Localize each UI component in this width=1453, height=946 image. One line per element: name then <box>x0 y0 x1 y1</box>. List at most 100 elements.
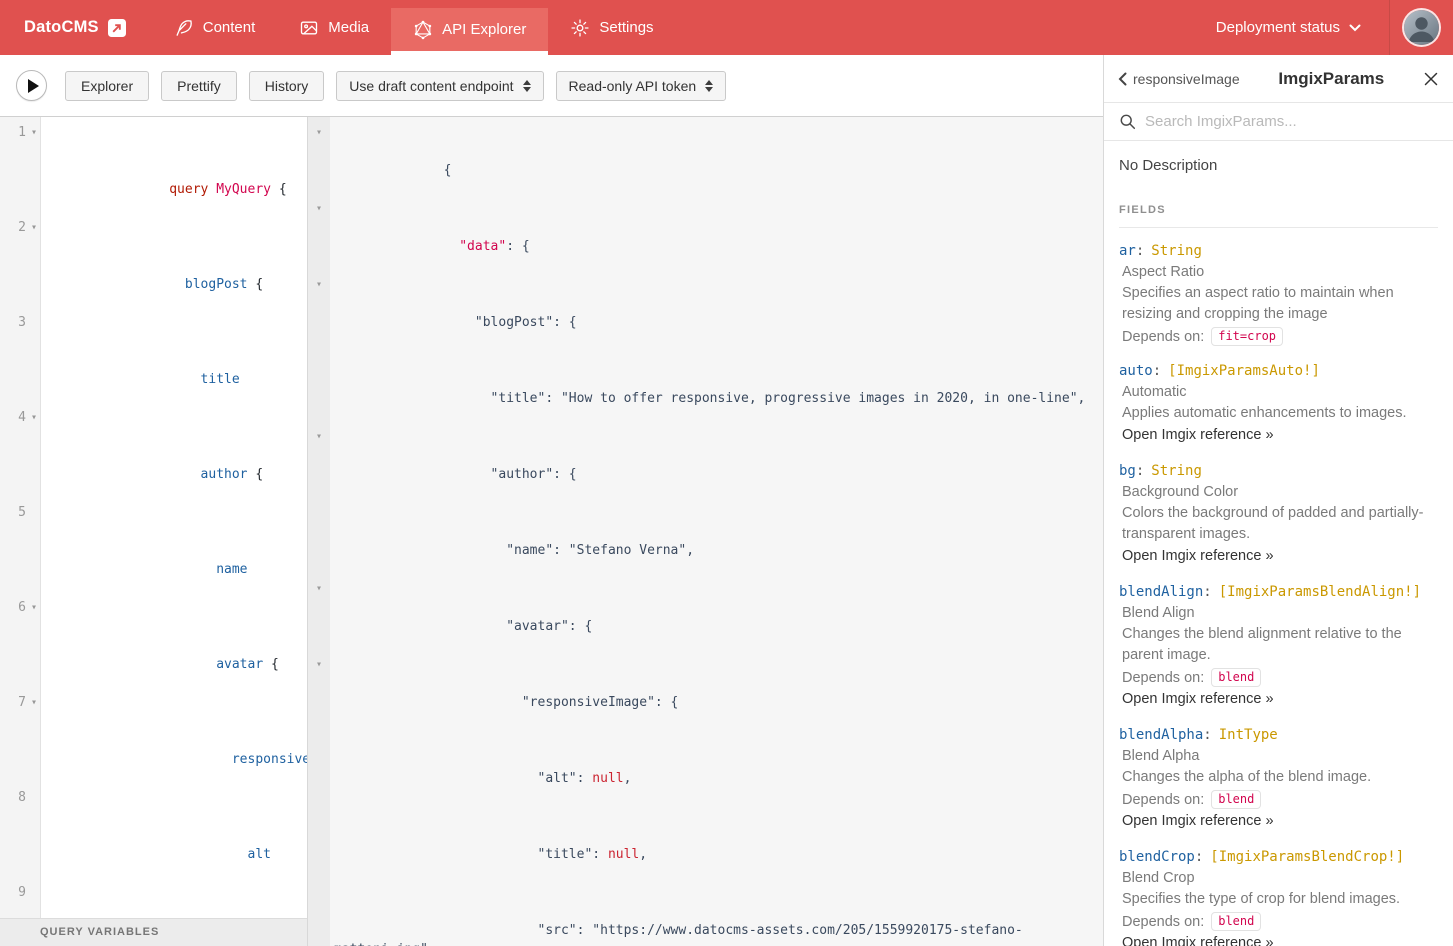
avatar[interactable] <box>1404 10 1439 45</box>
response-line: ▾ "author": { <box>308 427 1103 503</box>
field-depends-row: Depends on: fit=crop <box>1119 327 1438 346</box>
field-title: Blend Crop <box>1119 868 1438 889</box>
graphql-icon <box>413 20 433 40</box>
query-line-code: alt <box>169 847 271 862</box>
nav-tab-settings[interactable]: Settings <box>548 0 675 55</box>
fields-list: ar:String Aspect Ratio Specifies an aspe… <box>1119 243 1438 946</box>
imgix-reference-link[interactable]: Open Imgix reference » <box>1119 689 1438 710</box>
fold-arrow-icon[interactable]: ▾ <box>311 427 327 446</box>
docs-search-row <box>1104 103 1453 141</box>
response-line: ▾ { <box>308 123 1103 199</box>
depends-pill: blend <box>1211 790 1261 809</box>
nav-tab-api-explorer[interactable]: API Explorer <box>391 8 548 55</box>
field-signature: blendCrop:[ImgixParamsBlendCrop!] <box>1119 849 1438 865</box>
imgix-reference-link[interactable]: Open Imgix reference » <box>1119 425 1438 446</box>
depends-on-label: Depends on: <box>1122 329 1204 345</box>
prettify-button[interactable]: Prettify <box>161 71 237 101</box>
query-line-code: author { <box>169 467 263 482</box>
play-icon <box>28 79 39 93</box>
query-line: 2 ▾ blogPost { <box>0 218 307 313</box>
field-description: Changes the blend alignment relative to … <box>1119 624 1438 666</box>
fold-arrow-icon[interactable]: ▾ <box>28 598 40 617</box>
fold-arrow-icon[interactable]: ▾ <box>311 275 327 294</box>
field-type-link[interactable]: [ImgixParamsAuto!] <box>1168 363 1320 379</box>
search-icon <box>1119 113 1136 130</box>
query-editor[interactable]: 1 ▾ query MyQuery { 2 ▾ blogPost { 3 <box>0 117 307 918</box>
fold-arrow-icon[interactable]: ▾ <box>311 123 327 142</box>
history-button[interactable]: History <box>249 71 325 101</box>
response-line: "title": null, <box>308 807 1103 883</box>
nav-tab-label: Settings <box>599 19 653 36</box>
query-line-code: title <box>169 372 239 387</box>
query-variables-bar[interactable]: QUERY VARIABLES <box>0 918 307 946</box>
query-line: 5 name <box>0 503 307 598</box>
response-line: ▾ "avatar": { <box>308 579 1103 655</box>
fold-arrow-icon[interactable]: ▾ <box>28 693 40 712</box>
imgix-reference-link[interactable]: Open Imgix reference » <box>1119 933 1438 946</box>
line-number: 4 <box>0 408 26 427</box>
nav-tabs: Content Media API Explorer Settings <box>152 0 676 55</box>
line-number: 7 <box>0 693 26 712</box>
api-token-select[interactable]: Read-only API token <box>556 71 727 101</box>
depends-on-label: Depends on: <box>1122 670 1204 686</box>
query-line: 8 alt <box>0 788 307 883</box>
nav-tab-label: API Explorer <box>442 21 526 38</box>
depends-pill: blend <box>1211 912 1261 931</box>
field-depends-row: Depends on: blend <box>1119 790 1438 809</box>
response-line: "alt": null, <box>308 731 1103 807</box>
field-depends-row: Depends on: blend <box>1119 912 1438 931</box>
brand-logo[interactable]: DatoCMS <box>0 0 152 55</box>
response-line-code: "data": { <box>444 239 530 254</box>
field-type-link[interactable]: [ImgixParamsBlendAlign!] <box>1219 584 1421 600</box>
field-description: Specifies the type of crop for blend ima… <box>1119 889 1438 910</box>
fold-arrow-icon[interactable]: ▾ <box>28 218 40 237</box>
field-name: ar <box>1119 243 1136 259</box>
endpoint-select[interactable]: Use draft content endpoint <box>336 71 543 101</box>
field-type-link[interactable]: String <box>1151 243 1202 259</box>
navbar-right: Deployment status <box>1188 0 1453 55</box>
response-line-code: "avatar": { <box>444 619 593 634</box>
field-type-link[interactable]: IntType <box>1219 727 1278 743</box>
fold-arrow-icon[interactable]: ▾ <box>311 199 327 218</box>
nav-tab-label: Media <box>328 19 369 36</box>
gear-icon <box>570 18 590 38</box>
nav-tab-label: Content <box>203 19 256 36</box>
field-name: blendCrop <box>1119 849 1195 865</box>
response-line: "title": "How to offer responsive, progr… <box>308 351 1103 427</box>
nav-tab-media[interactable]: Media <box>277 0 391 55</box>
updown-arrows-icon <box>705 80 713 92</box>
fold-arrow-icon[interactable]: ▾ <box>28 123 40 142</box>
fields-section-header: FIELDS <box>1119 204 1438 216</box>
response-line-code: "author": { <box>444 467 577 482</box>
execute-query-button[interactable] <box>16 70 47 101</box>
image-icon <box>299 18 319 38</box>
docs-search-input[interactable] <box>1145 113 1438 130</box>
response-line: ▾ "data": { <box>308 199 1103 275</box>
field-description: Changes the alpha of the blend image. <box>1119 767 1438 788</box>
field-item: blendAlign:[ImgixParamsBlendAlign!] Blen… <box>1119 584 1438 710</box>
response-line: ▾ "blogPost": { <box>308 275 1103 351</box>
close-icon[interactable] <box>1423 71 1439 87</box>
query-line-code: query MyQuery { <box>169 182 286 197</box>
field-title: Aspect Ratio <box>1119 262 1438 283</box>
line-number: 8 <box>0 788 26 807</box>
editor-panes: 1 ▾ query MyQuery { 2 ▾ blogPost { 3 <box>0 117 1103 946</box>
response-line-code: "title": "How to offer responsive, progr… <box>444 391 1086 406</box>
field-type-link[interactable]: String <box>1151 463 1202 479</box>
deployment-status-button[interactable]: Deployment status <box>1188 0 1389 55</box>
imgix-reference-link[interactable]: Open Imgix reference » <box>1119 811 1438 832</box>
field-item: blendCrop:[ImgixParamsBlendCrop!] Blend … <box>1119 849 1438 946</box>
nav-tab-content[interactable]: Content <box>152 0 278 55</box>
docs-back-link[interactable]: responsiveImage <box>1118 71 1240 87</box>
imgix-reference-link[interactable]: Open Imgix reference » <box>1119 546 1438 567</box>
field-item: auto:[ImgixParamsAuto!] Automatic Applie… <box>1119 363 1438 446</box>
field-signature: blendAlign:[ImgixParamsBlendAlign!] <box>1119 584 1438 600</box>
field-type-link[interactable]: [ImgixParamsBlendCrop!] <box>1210 849 1404 865</box>
fold-arrow-icon[interactable]: ▾ <box>311 579 327 598</box>
field-description: Specifies an aspect ratio to maintain wh… <box>1119 283 1438 325</box>
explorer-button[interactable]: Explorer <box>65 71 149 101</box>
query-line: 1 ▾ query MyQuery { <box>0 123 307 218</box>
depends-pill: blend <box>1211 668 1261 687</box>
fold-arrow-icon[interactable]: ▾ <box>28 408 40 427</box>
fold-arrow-icon[interactable]: ▾ <box>311 655 327 674</box>
